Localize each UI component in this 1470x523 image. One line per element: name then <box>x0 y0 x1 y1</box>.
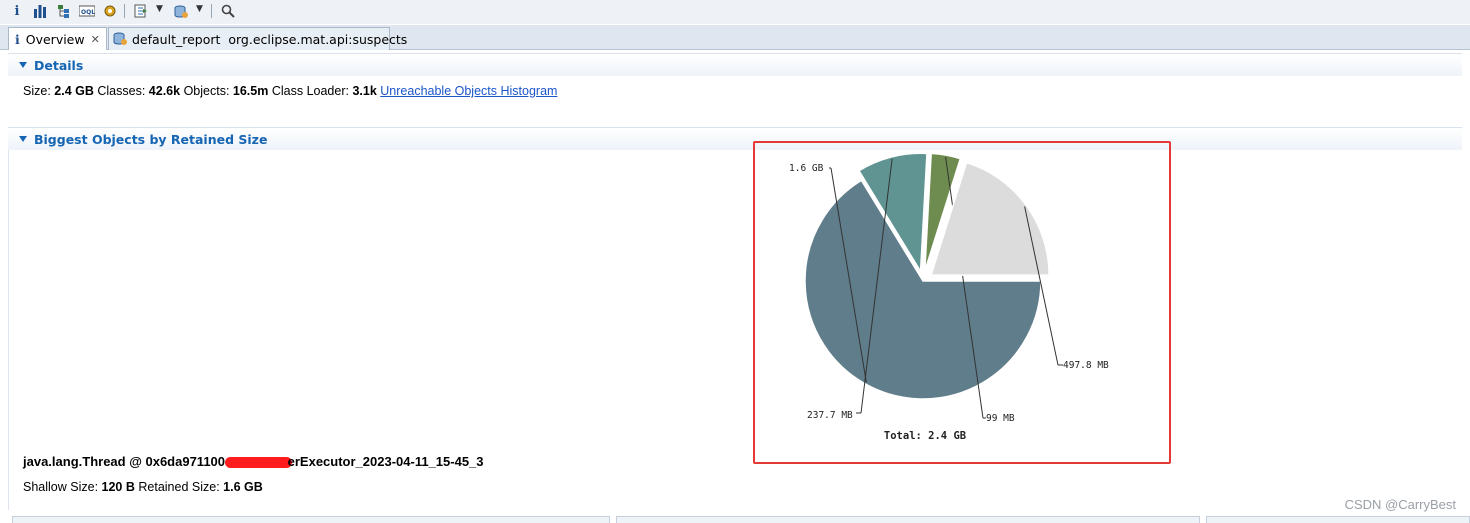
toolbar-separator <box>211 4 212 18</box>
details-summary: Size: 2.4 GB Classes: 42.6k Objects: 16.… <box>23 84 557 98</box>
section-divider <box>8 150 9 510</box>
classes-label: Classes: <box>97 84 146 98</box>
chevron-down-icon[interactable] <box>19 136 27 142</box>
objects-value: 16.5m <box>232 84 269 98</box>
histogram-icon[interactable] <box>31 2 49 20</box>
biggest-objects-section-header[interactable]: Biggest Objects by Retained Size <box>8 127 1462 150</box>
search-icon[interactable] <box>219 2 237 20</box>
thread-overview-icon[interactable] <box>101 2 119 20</box>
biggest-objects-pie-chart[interactable]: 1.6 GB 237.7 MB 99 MB 497.8 MB Total: 2.4 GB <box>753 141 1171 464</box>
chart-total-label: Total: 2.4 GB <box>884 430 966 442</box>
retained-size-label: Retained Size: <box>138 480 220 494</box>
query-browser-icon[interactable] <box>172 2 190 20</box>
toolbar-separator <box>124 4 125 18</box>
dominator-tree-icon[interactable] <box>55 2 73 20</box>
watermark: CSDN @CarryBest <box>1344 497 1456 512</box>
close-icon[interactable]: ✕ <box>91 33 100 46</box>
details-section-header[interactable]: Details <box>8 53 1462 76</box>
section-title: Biggest Objects by Retained Size <box>34 131 268 147</box>
svg-text:OQL: OQL <box>81 9 95 16</box>
section-title: Details <box>34 57 84 73</box>
size-label: Size: <box>23 84 51 98</box>
report-icon <box>113 31 127 48</box>
toolbar: i OQL ▼ ▼ <box>0 0 1470 24</box>
classes-value: 42.6k <box>148 84 181 98</box>
selected-object-title: java.lang.Thread @ 0x6da971100 erExecuto… <box>23 454 484 469</box>
unreachable-objects-histogram-link[interactable]: Unreachable Objects Histogram <box>380 84 557 98</box>
chevron-down-icon[interactable] <box>19 62 27 68</box>
slice-label: 497.8 MB <box>1063 360 1109 371</box>
size-value: 2.4 GB <box>54 84 94 98</box>
slice-label: 237.7 MB <box>807 410 853 421</box>
oql-icon[interactable]: OQL <box>78 2 96 20</box>
objects-label: Objects: <box>183 84 230 98</box>
class-loader-label: Class Loader: <box>271 84 349 98</box>
retained-size-value: 1.6 GB <box>223 480 263 494</box>
class-loader-value: 3.1k <box>352 84 377 98</box>
object-title-suffix: erExecutor_2023-04-11_15-45_3 <box>287 454 484 469</box>
run-report-icon[interactable] <box>132 2 150 20</box>
tab-label: default_report org.eclipse.mat.api:suspe… <box>132 31 408 47</box>
object-title-prefix: java.lang.Thread @ 0x6da971100 <box>23 454 229 469</box>
chevron-down-icon[interactable]: ▼ <box>156 4 163 14</box>
editor-tabs: i Overview ✕ default_report org.eclipse.… <box>0 25 1470 50</box>
selected-object-sizes: Shallow Size: 120 B Retained Size: 1.6 G… <box>23 480 263 494</box>
redaction-mark <box>224 457 292 469</box>
chevron-down-icon[interactable]: ▼ <box>196 4 203 14</box>
info-icon: i <box>15 31 20 47</box>
shallow-size-value: 120 B <box>101 480 135 494</box>
tab-default-report[interactable]: default_report org.eclipse.mat.api:suspe… <box>108 27 407 50</box>
slice-label: 1.6 GB <box>789 163 824 174</box>
info-icon[interactable]: i <box>8 2 26 20</box>
tab-overview[interactable]: i Overview ✕ <box>8 27 107 50</box>
shallow-size-label: Shallow Size: <box>23 480 99 494</box>
tab-label: Overview <box>25 31 85 47</box>
slice-label: 99 MB <box>986 413 1015 424</box>
